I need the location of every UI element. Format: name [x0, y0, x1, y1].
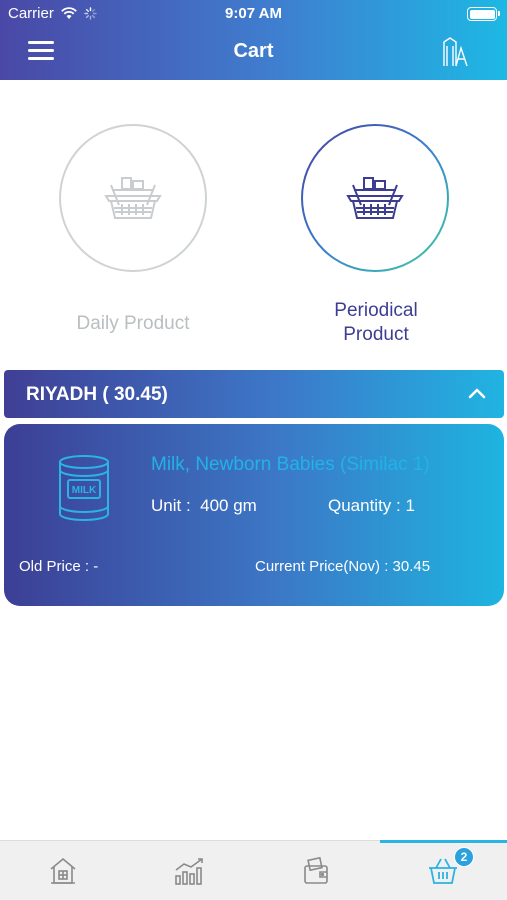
status-bar: Carrier 9:07 AM	[0, 0, 507, 28]
current-price-value: 30.45	[392, 558, 431, 575]
app-header: Carrier 9:07 AM Cart	[0, 0, 507, 80]
category-periodical-product[interactable]: Periodical Product	[301, 124, 449, 345]
category-label: Periodical Product	[334, 300, 418, 345]
chart-icon	[175, 858, 203, 885]
cart-count-badge: 2	[454, 847, 474, 867]
milk-can-icon: MILK	[59, 455, 109, 521]
product-name: Milk, Newborn Babies (Similac 1)	[151, 454, 430, 475]
tab-home[interactable]	[0, 841, 126, 900]
category-circle	[301, 124, 449, 272]
status-time: 9:07 AM	[225, 5, 282, 22]
category-label: Daily Product	[76, 313, 190, 334]
tab-statistics[interactable]	[127, 841, 253, 900]
battery-icon	[467, 7, 500, 21]
page-title: Cart	[233, 40, 274, 62]
cart-item-card[interactable]: MILK Milk, Newborn Babies (Similac 1) Un…	[4, 424, 504, 606]
chevron-up-icon[interactable]	[468, 387, 486, 399]
tab-wallet[interactable]	[253, 841, 379, 900]
old-price-info: Old Price : -	[19, 558, 98, 575]
old-price-value: -	[93, 558, 99, 575]
old-price-label: Old Price :	[19, 558, 90, 575]
brand-logo-icon[interactable]	[441, 36, 469, 68]
city-section-header[interactable]: RIYADH ( 30.45)	[4, 370, 504, 418]
home-icon	[50, 857, 76, 884]
unit-value: 400 gm	[200, 496, 257, 515]
unit-label: Unit :	[151, 496, 191, 515]
tab-cart[interactable]: 2	[380, 840, 507, 900]
basket-icon	[346, 177, 404, 219]
quantity-info: Quantity : 1	[328, 496, 415, 516]
unit-info: Unit : 400 gm	[151, 496, 257, 516]
category-circle	[59, 124, 207, 272]
milk-can-label: MILK	[72, 485, 97, 496]
category-daily-product[interactable]: Daily Product	[59, 124, 207, 334]
city-total-label: RIYADH ( 30.45)	[26, 384, 168, 405]
quantity-label: Quantity :	[328, 496, 401, 515]
basket-icon	[104, 177, 162, 219]
current-price-info: Current Price(Nov) : 30.45	[255, 558, 430, 575]
quantity-value: 1	[405, 496, 415, 515]
bottom-tab-bar: 2	[0, 840, 507, 900]
current-price-label: Current Price(Nov) :	[255, 558, 389, 575]
wallet-icon	[304, 856, 328, 884]
